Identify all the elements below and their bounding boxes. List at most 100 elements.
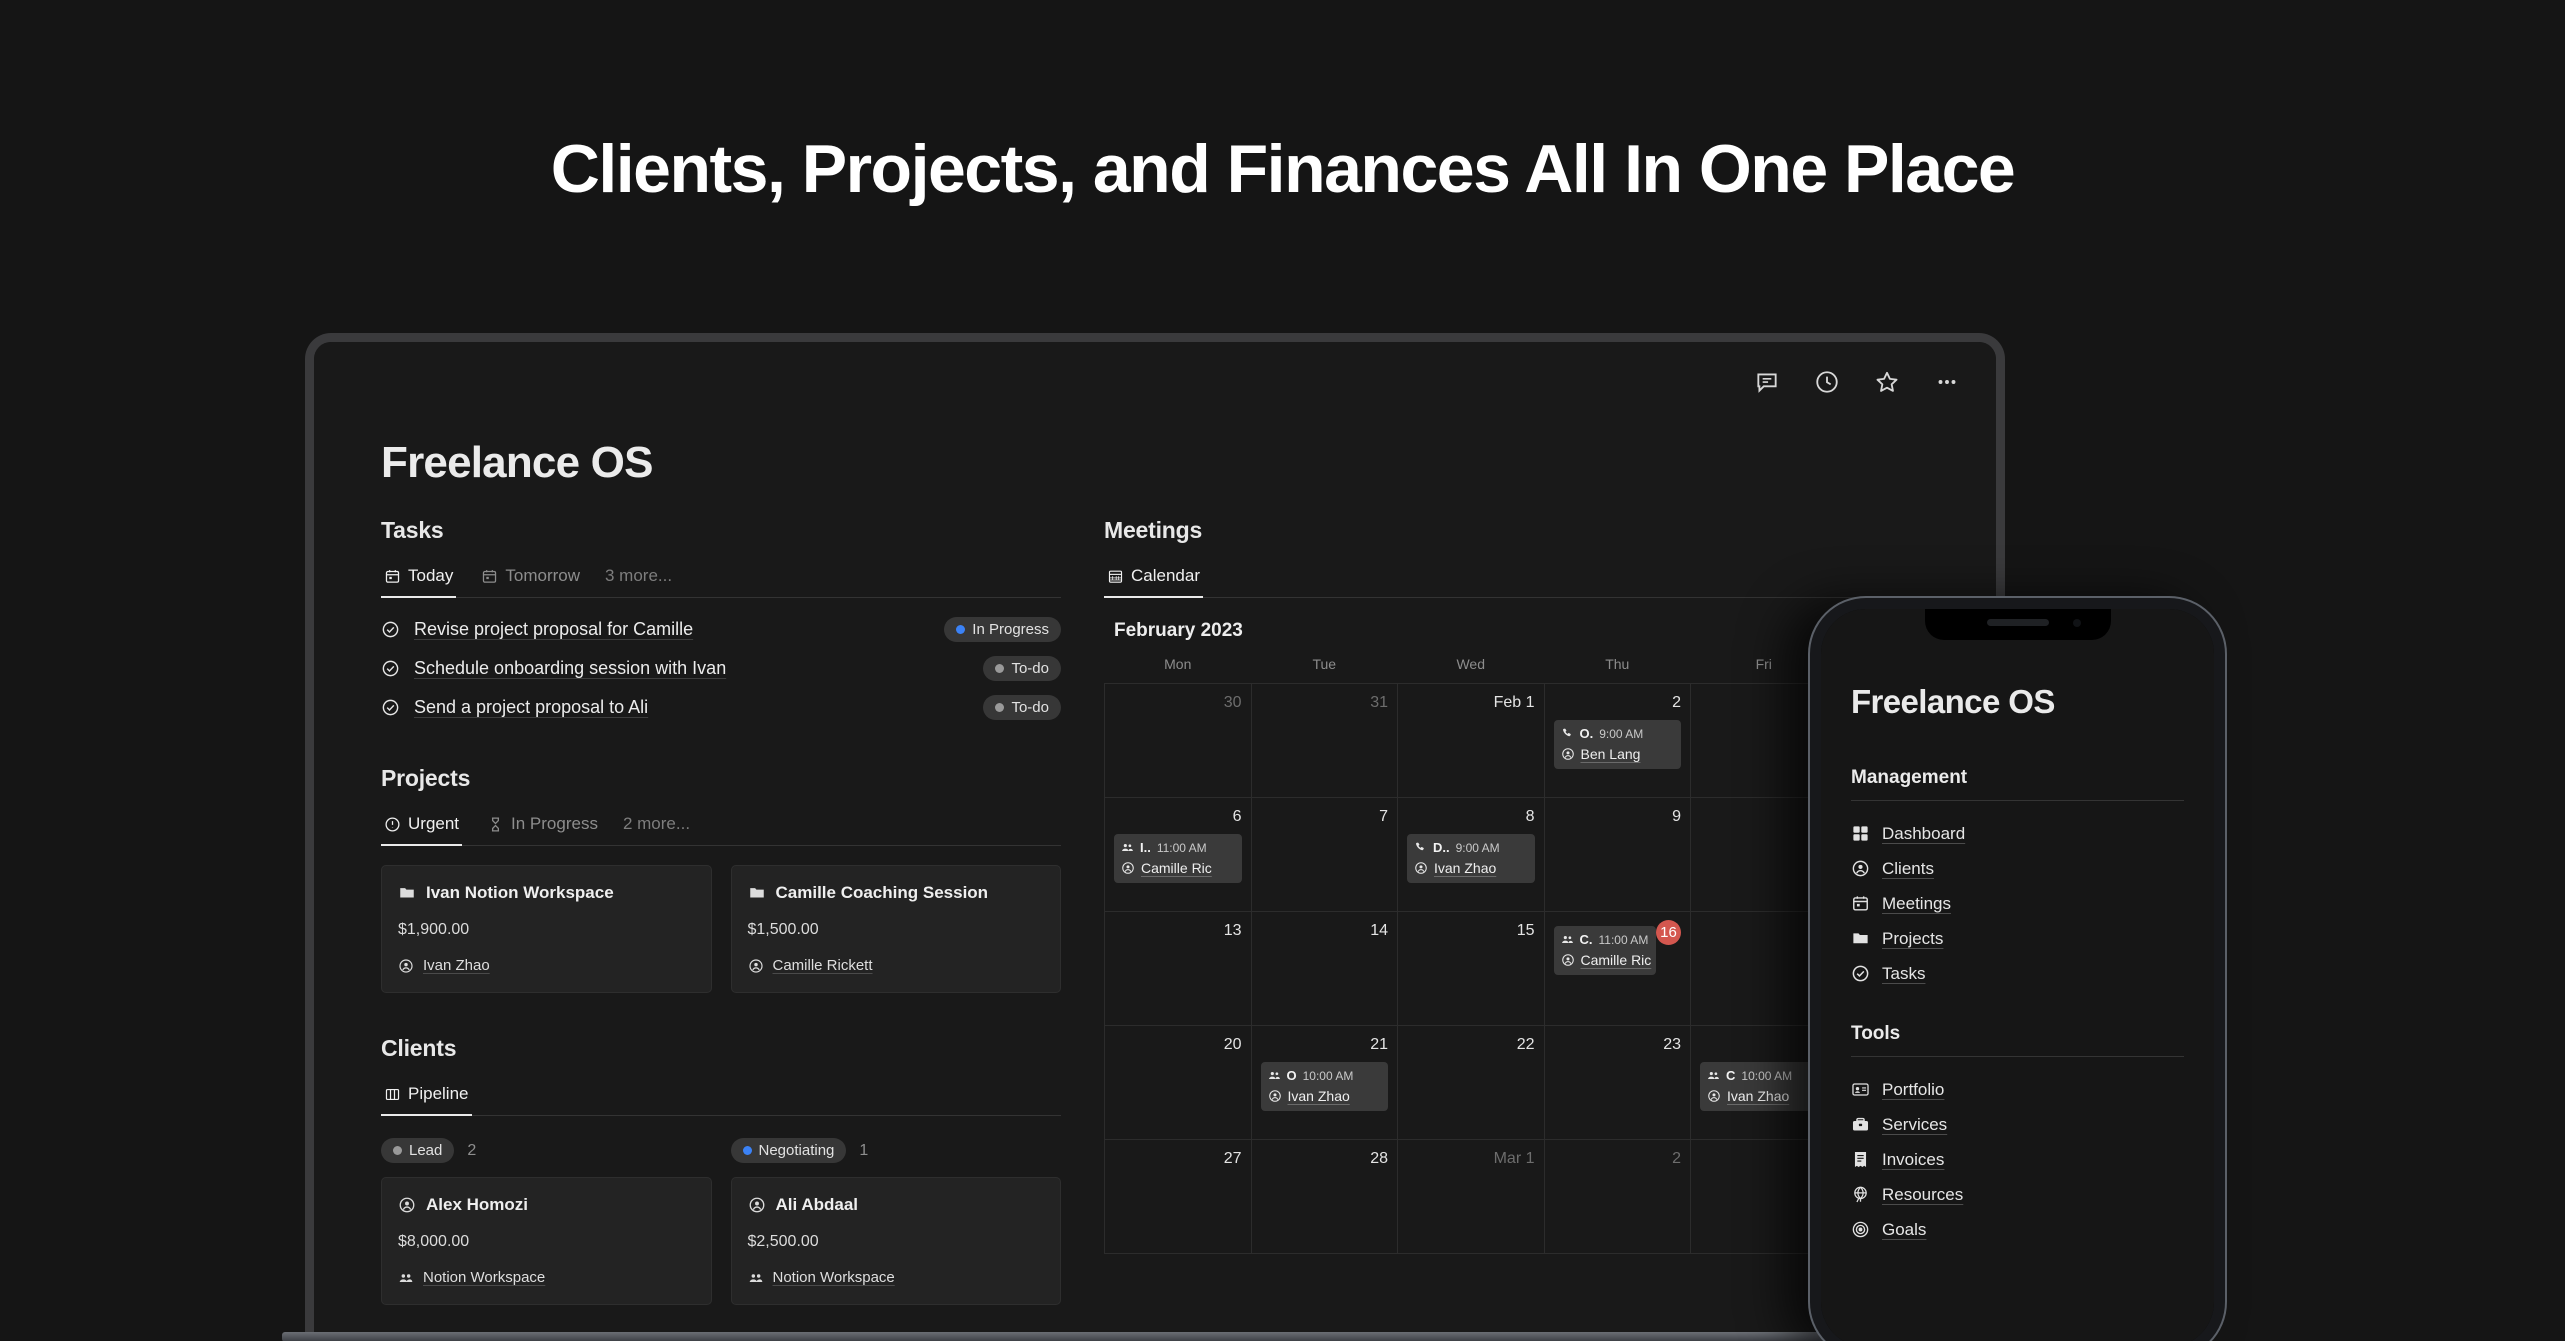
calendar-event[interactable]: O. 9:00 AM Ben Lang: [1553, 720, 1681, 769]
person-name: Ivan Zhao: [423, 957, 490, 974]
event-title: O.: [1579, 726, 1594, 741]
client-company[interactable]: Notion Workspace: [398, 1269, 695, 1286]
calendar-day-cell[interactable]: 16 C. 11:00 AM Camille Ric: [1543, 911, 1691, 1026]
calendar-day-cell[interactable]: 27: [1104, 1139, 1252, 1254]
calendar-day-cell[interactable]: 9: [1543, 797, 1691, 912]
status-badge[interactable]: Negotiating: [730, 1138, 847, 1163]
folder-icon: [748, 884, 766, 902]
project-title: Camille Coaching Session: [775, 883, 989, 902]
calendar-event[interactable]: O 10:00 AM Ivan Zhao: [1260, 1062, 1388, 1111]
calendar-icon: [1851, 894, 1870, 913]
comment-icon[interactable]: [1754, 369, 1780, 395]
project-person[interactable]: Camille Rickett: [748, 957, 1045, 974]
calendar-day-cell[interactable]: 8 D.. 9:00 AM Ivan Zhao: [1397, 797, 1545, 912]
event-person[interactable]: Camille Ric: [1141, 860, 1212, 876]
calendar-day-cell[interactable]: 22: [1397, 1025, 1545, 1140]
calendar-day-cell[interactable]: Mar 1: [1397, 1139, 1545, 1254]
calendar-day-cell[interactable]: 21 O 10:00 AM Ivan Zhao: [1250, 1025, 1398, 1140]
weekday-thu: Thu: [1605, 656, 1630, 672]
list-item[interactable]: Ivan Notion Workspace $1,900.00 Ivan Zha…: [381, 865, 712, 993]
tab-tomorrow[interactable]: Tomorrow: [478, 566, 583, 597]
calendar-day-cell[interactable]: 2: [1543, 1139, 1691, 1254]
sidebar-item-clients[interactable]: Clients: [1851, 851, 2184, 886]
event-person[interactable]: Ben Lang: [1581, 746, 1641, 762]
weekday-mon: Mon: [1164, 656, 1192, 672]
calendar-day-cell[interactable]: 2 O. 9:00 AM Ben Lang: [1543, 683, 1691, 798]
calendar-day-cell[interactable]: 28: [1250, 1139, 1398, 1254]
tab-calendar[interactable]: Calendar: [1104, 566, 1203, 598]
left-column: Tasks Today Tomorrow 3 more... Revise pr…: [381, 517, 1061, 1305]
sidebar-item-label: Dashboard: [1882, 823, 1966, 843]
sidebar-item-label: Portfolio: [1882, 1079, 1945, 1099]
weekday-wed: Wed: [1456, 656, 1486, 672]
table-row[interactable]: Send a project proposal to Ali To-do: [381, 692, 1061, 723]
status-badge[interactable]: In Progress: [944, 617, 1061, 642]
tasks-tabs: Today Tomorrow 3 more...: [381, 566, 1061, 598]
table-row[interactable]: Schedule onboarding session with Ivan To…: [381, 653, 1061, 684]
status-badge[interactable]: To-do: [983, 695, 1061, 720]
list-item[interactable]: Ali Abdaal $2,500.00 Notion Workspace: [730, 1177, 1061, 1305]
more-icon[interactable]: [1934, 369, 1960, 395]
phone-section-management: Management Dashboard Clients Meetings Pr…: [1851, 767, 2184, 991]
task-name[interactable]: Schedule onboarding session with Ivan: [414, 658, 726, 679]
calendar-event[interactable]: C 10:00 AM Ivan Zhao: [1700, 1062, 1828, 1111]
check-icon[interactable]: [381, 620, 400, 639]
calendar-event[interactable]: D.. 9:00 AM Ivan Zhao: [1407, 834, 1535, 883]
sidebar-item-invoices[interactable]: Invoices: [1851, 1142, 2184, 1177]
person-icon: [1707, 1089, 1721, 1103]
sidebar-item-portfolio[interactable]: Portfolio: [1851, 1072, 2184, 1107]
check-icon[interactable]: [381, 698, 400, 717]
status-badge[interactable]: To-do: [983, 656, 1061, 681]
event-person[interactable]: Ivan Zhao: [1727, 1088, 1789, 1104]
calendar-day-cell[interactable]: 15: [1397, 911, 1545, 1026]
calendar-day-cell[interactable]: 31: [1250, 683, 1398, 798]
person-name: Camille Rickett: [772, 957, 873, 974]
pipeline-group-negotiating: Negotiating 1 Ali Abdaal $2,500.00 Notio…: [730, 1138, 1061, 1305]
calendar-day-cell[interactable]: Feb 1: [1397, 683, 1545, 798]
event-person[interactable]: Ivan Zhao: [1288, 1088, 1350, 1104]
tab-today[interactable]: Today: [381, 566, 457, 598]
event-time: 9:00 AM: [1455, 840, 1500, 855]
sidebar-item-meetings[interactable]: Meetings: [1851, 886, 2184, 921]
tab-urgent[interactable]: Urgent: [381, 814, 463, 846]
task-name[interactable]: Send a project proposal to Ali: [414, 697, 648, 718]
tab-pipeline[interactable]: Pipeline: [381, 1084, 472, 1116]
star-icon[interactable]: [1874, 369, 1900, 395]
person-icon: [1268, 1089, 1282, 1103]
tasks-more-tabs[interactable]: 3 more...: [605, 566, 672, 597]
group-icon: [398, 1270, 414, 1286]
task-name[interactable]: Revise project proposal for Camille: [414, 619, 693, 640]
sidebar-item-label: Tasks: [1882, 963, 1926, 983]
calendar-day-cell[interactable]: 14: [1250, 911, 1398, 1026]
sidebar-item-dashboard[interactable]: Dashboard: [1851, 816, 2184, 851]
calendar-day-cell[interactable]: 20: [1104, 1025, 1252, 1140]
event-person[interactable]: Ivan Zhao: [1434, 860, 1496, 876]
list-item[interactable]: Alex Homozi $8,000.00 Notion Workspace: [381, 1177, 712, 1305]
calendar-day-cell[interactable]: 7: [1250, 797, 1398, 912]
calendar-day-cell[interactable]: 13: [1104, 911, 1252, 1026]
list-item[interactable]: Camille Coaching Session $1,500.00 Camil…: [730, 865, 1061, 993]
projects-more-tabs[interactable]: 2 more...: [623, 814, 690, 845]
projects-section: Projects Urgent In Progress 2 more... Iv…: [381, 765, 1061, 993]
calendar-day-cell[interactable]: 30: [1104, 683, 1252, 798]
sidebar-item-tasks[interactable]: Tasks: [1851, 956, 2184, 991]
group-icon: [1268, 1069, 1281, 1082]
calendar-event[interactable]: I.. 11:00 AM Camille Ric: [1114, 834, 1242, 883]
tab-urgent-label: Urgent: [408, 814, 460, 833]
calendar-event[interactable]: C. 11:00 AM Camille Ric: [1553, 926, 1656, 975]
sidebar-item-services[interactable]: Services: [1851, 1107, 2184, 1142]
sidebar-item-resources[interactable]: Resources: [1851, 1177, 2184, 1212]
sidebar-item-goals[interactable]: Goals: [1851, 1212, 2184, 1247]
tab-in-progress[interactable]: In Progress: [484, 814, 601, 845]
project-person[interactable]: Ivan Zhao: [398, 957, 695, 974]
client-company[interactable]: Notion Workspace: [748, 1269, 1045, 1286]
calendar-day-cell[interactable]: 6 I.. 11:00 AM Camille Ric: [1104, 797, 1252, 912]
calendar-day-number: Feb 1: [1493, 694, 1535, 711]
status-badge[interactable]: Lead: [381, 1138, 455, 1163]
check-icon[interactable]: [381, 659, 400, 678]
sidebar-item-projects[interactable]: Projects: [1851, 921, 2184, 956]
event-person[interactable]: Camille Ric: [1581, 952, 1652, 968]
calendar-day-cell[interactable]: 23: [1543, 1025, 1691, 1140]
table-row[interactable]: Revise project proposal for Camille In P…: [381, 614, 1061, 645]
history-icon[interactable]: [1814, 369, 1840, 395]
